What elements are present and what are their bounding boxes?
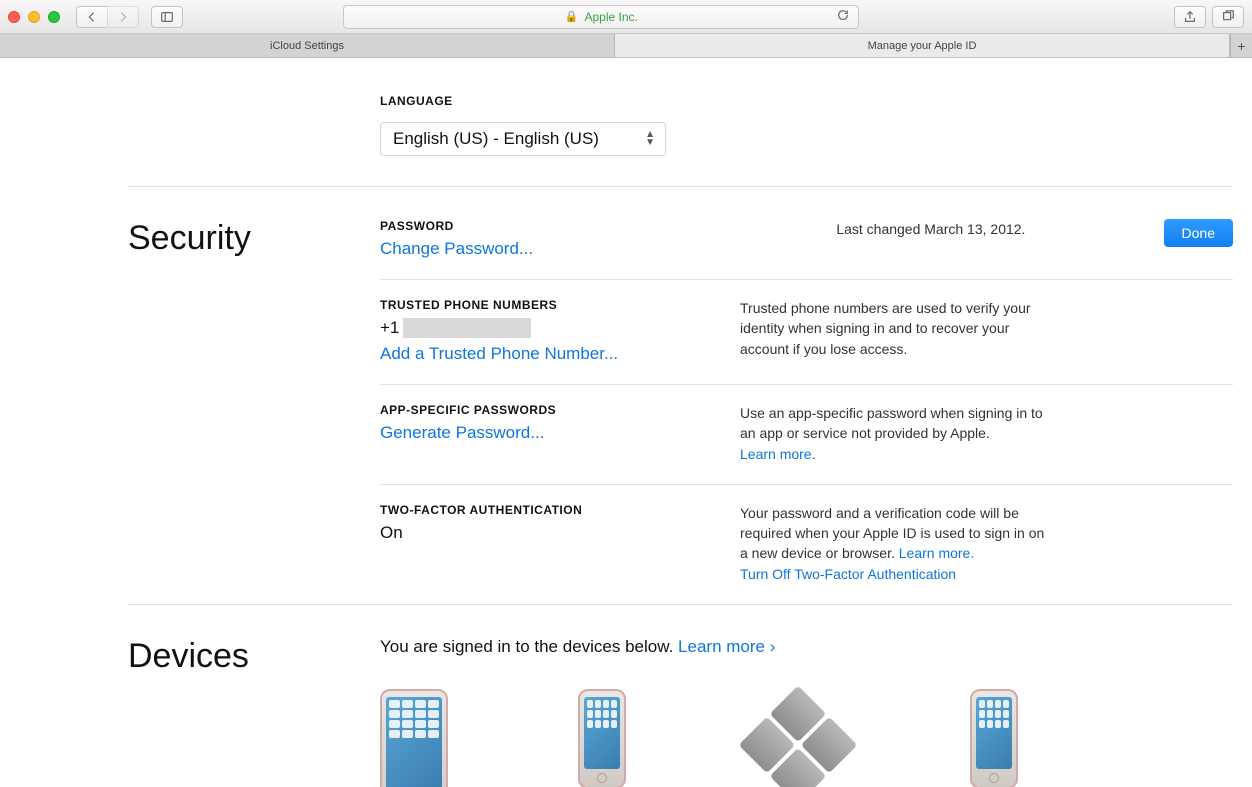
- app-passwords-desc: Use an app-specific password when signin…: [740, 405, 1043, 441]
- change-password-link[interactable]: Change Password...: [380, 239, 533, 259]
- phone-number-redacted: [403, 318, 531, 338]
- password-last-changed: Last changed March 13, 2012.: [836, 221, 1025, 237]
- address-bar[interactable]: 🔒 Apple Inc.: [343, 5, 859, 29]
- back-button[interactable]: [76, 6, 107, 28]
- add-trusted-phone-link[interactable]: Add a Trusted Phone Number...: [380, 344, 680, 364]
- minimize-icon[interactable]: [28, 11, 40, 23]
- devices-intro-text: You are signed in to the devices below.: [380, 637, 673, 656]
- browser-toolbar: 🔒 Apple Inc.: [0, 0, 1252, 34]
- twofa-learn-more[interactable]: Learn more.: [899, 545, 974, 561]
- tab-label: Manage your Apple ID: [868, 40, 977, 52]
- new-tab-button[interactable]: +: [1230, 34, 1252, 57]
- twofa-label: TWO-FACTOR AUTHENTICATION: [380, 503, 680, 517]
- reload-icon[interactable]: [836, 8, 850, 25]
- devices-section: Devices You are signed in to the devices…: [128, 604, 1233, 787]
- app-passwords-label: APP-SPECIFIC PASSWORDS: [380, 403, 680, 417]
- close-icon[interactable]: [8, 11, 20, 23]
- section-title-security: Security: [128, 219, 380, 604]
- chevron-right-icon: ›: [770, 637, 776, 656]
- trusted-phone-label: TRUSTED PHONE NUMBERS: [380, 298, 680, 312]
- device-iphone-3[interactable]: [970, 689, 1018, 787]
- section-title-devices: Devices: [128, 637, 380, 787]
- tab-manage-apple-id[interactable]: Manage your Apple ID: [615, 34, 1230, 57]
- twofa-turn-off-link[interactable]: Turn Off Two-Factor Authentication: [740, 566, 956, 582]
- language-value: English (US) - English (US): [393, 129, 599, 149]
- lock-icon: 🔒: [565, 10, 579, 23]
- done-button[interactable]: Done: [1164, 219, 1233, 247]
- devices-learn-more[interactable]: Learn more ›: [678, 637, 775, 656]
- share-button[interactable]: [1174, 6, 1206, 28]
- twofa-desc: Your password and a verification code wi…: [740, 505, 1044, 562]
- tab-bar: iCloud Settings Manage your Apple ID +: [0, 34, 1252, 58]
- phone-prefix: +1: [380, 318, 399, 338]
- generate-password-link[interactable]: Generate Password...: [380, 423, 680, 443]
- language-label: LANGUAGE: [380, 94, 1233, 108]
- security-section: Security PASSWORD Change Password... Las…: [128, 186, 1233, 604]
- sidebar-toggle-button[interactable]: [151, 6, 183, 28]
- address-text: Apple Inc.: [584, 10, 637, 24]
- zoom-icon[interactable]: [48, 11, 60, 23]
- forward-button[interactable]: [107, 6, 139, 28]
- tab-icloud-settings[interactable]: iCloud Settings: [0, 34, 615, 57]
- window-controls: [8, 11, 60, 23]
- twofa-value: On: [380, 523, 680, 543]
- device-windows-bootcamp[interactable]: [739, 686, 858, 787]
- app-passwords-learn-more[interactable]: Learn more.: [740, 446, 815, 462]
- tabs-button[interactable]: [1212, 6, 1244, 28]
- password-label: PASSWORD: [380, 219, 533, 233]
- chevron-updown-icon: ▲▼: [645, 131, 655, 147]
- page-content: LANGUAGE English (US) - English (US) ▲▼ …: [0, 58, 1252, 787]
- trusted-phone-desc: Trusted phone numbers are used to verify…: [740, 298, 1050, 364]
- language-select[interactable]: English (US) - English (US) ▲▼: [380, 122, 666, 156]
- device-iphone-1[interactable]: [380, 689, 448, 787]
- device-iphone-2[interactable]: [578, 689, 626, 787]
- tab-label: iCloud Settings: [270, 40, 344, 52]
